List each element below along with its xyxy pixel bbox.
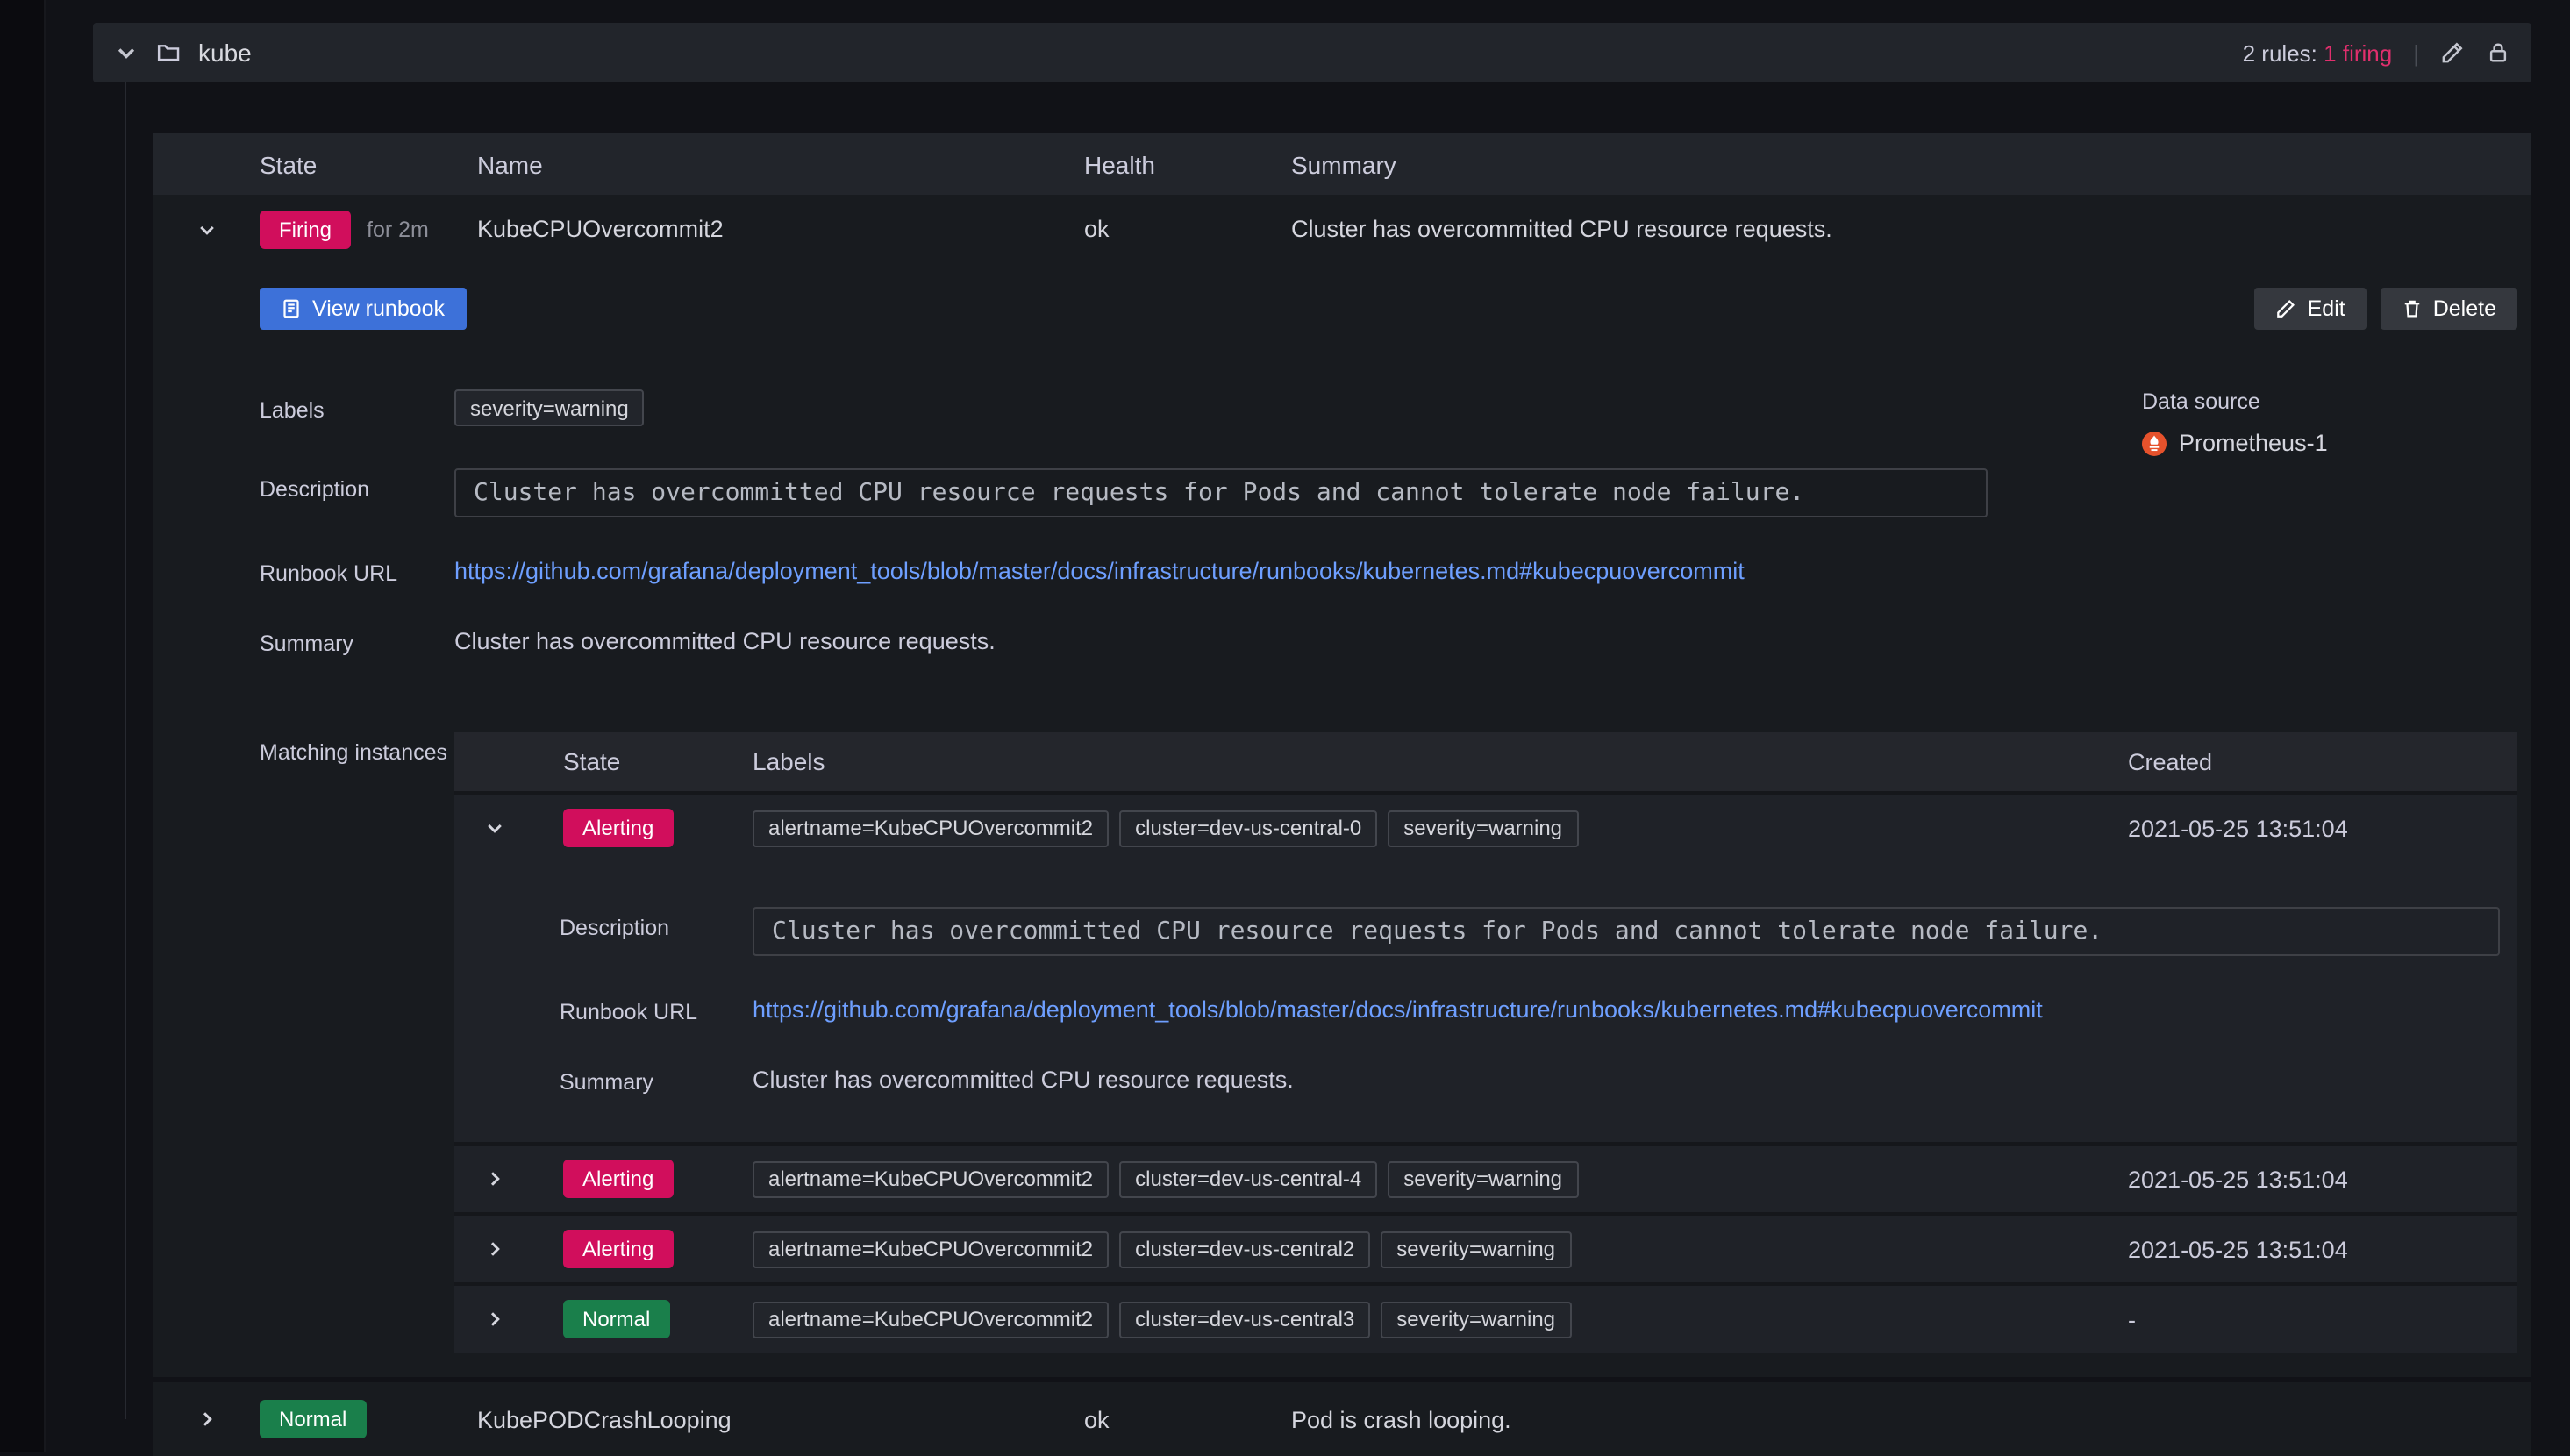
rule-expand-chevron-right-icon[interactable] (153, 1382, 260, 1456)
label-chip: alertname=KubeCPUOvercommit2 (753, 810, 1110, 846)
instance-description-label: Description (560, 916, 670, 940)
instance-created: 2021-05-25 13:51:04 (2128, 815, 2348, 841)
label-chip: severity=warning (1381, 1301, 1572, 1338)
instances-table-header: State Labels Created (454, 732, 2517, 791)
group-name: kube (198, 39, 252, 67)
instance-row: Alerting alertname=KubeCPUOvercommit2 cl… (454, 791, 2517, 861)
instance-summary-label: Summary (560, 1070, 653, 1095)
instances-column-state: State (563, 747, 621, 775)
column-header-name: Name (477, 150, 543, 178)
edit-button[interactable]: Edit (2254, 288, 2367, 330)
instance-labels: alertname=KubeCPUOvercommit2 cluster=dev… (721, 810, 2114, 846)
group-lock-icon[interactable] (2486, 40, 2510, 65)
delete-button[interactable]: Delete (2380, 288, 2517, 330)
instance-expand-chevron-right-icon[interactable] (454, 1216, 535, 1282)
column-header-summary: Summary (1291, 150, 1396, 178)
indent-guide (125, 82, 126, 1419)
label-chip: cluster=dev-us-central3 (1119, 1301, 1371, 1338)
rule-row-normal: Normal KubePODCrashLooping ok Pod is cra… (153, 1382, 2531, 1456)
instance-state-badge: Normal (563, 1300, 670, 1338)
runbook-url-field-label: Runbook URL (260, 561, 398, 586)
view-runbook-button[interactable]: View runbook (260, 288, 467, 330)
label-chip: severity=warning (1388, 1160, 1579, 1197)
group-edit-pencil-icon[interactable] (2440, 40, 2465, 65)
rule-collapse-chevron-down-icon[interactable] (153, 195, 260, 263)
instance-detail-panel: Description Cluster has overcommitted CP… (454, 861, 2517, 1142)
matching-instances-label: Matching instances (260, 740, 448, 765)
label-chip: alertname=KubeCPUOvercommit2 (753, 1301, 1110, 1338)
instances-column-created: Created (2128, 748, 2213, 774)
header-divider: | (2413, 39, 2419, 66)
state-badge-firing: Firing (260, 210, 352, 248)
folder-icon (156, 40, 181, 65)
instance-state-badge: Alerting (563, 809, 674, 847)
instance-row: Alerting alertname=KubeCPUOvercommit2 cl… (454, 1212, 2517, 1282)
rule-labels: severity=warning (454, 389, 645, 426)
rule-detail-panel: View runbook Edit Delete Labels severity… (153, 263, 2531, 1377)
description-value-box: Cluster has overcommitted CPU resource r… (454, 468, 1988, 517)
pencil-icon (2276, 298, 2297, 319)
group-rules-summary: 2 rules: 1 firing (2242, 39, 2393, 66)
label-chip: severity=warning (454, 389, 645, 426)
rule-summary: Cluster has overcommitted CPU resource r… (1291, 216, 1832, 242)
book-icon (281, 298, 302, 319)
labels-field-label: Labels (260, 398, 325, 423)
matching-instances-table: State Labels Created Alerting alertname=… (454, 732, 2517, 1353)
instance-description-box: Cluster has overcommitted CPU resource r… (753, 907, 2500, 956)
summary-value: Cluster has overcommitted CPU resource r… (454, 628, 996, 654)
data-source-block: Data source Prometheus-1 (2142, 389, 2328, 456)
screen: kube 2 rules: 1 firing | State Name Heal… (0, 0, 2570, 1456)
app-sidebar-strip (0, 0, 46, 1452)
runbook-url-link[interactable]: https://github.com/grafana/deployment_to… (454, 553, 1745, 586)
instance-expand-chevron-right-icon[interactable] (454, 1286, 535, 1353)
instance-collapse-chevron-down-icon[interactable] (454, 795, 535, 861)
instance-runbook-link[interactable]: https://github.com/grafana/deployment_to… (753, 991, 2043, 1024)
instance-row: Normal alertname=KubeCPUOvercommit2 clus… (454, 1282, 2517, 1353)
state-badge-normal: Normal (260, 1400, 367, 1438)
label-chip: alertname=KubeCPUOvercommit2 (753, 1160, 1110, 1197)
data-source-label: Data source (2142, 389, 2260, 414)
prometheus-icon (2142, 431, 2167, 455)
rule-name: KubePODCrashLooping (477, 1406, 732, 1432)
instances-column-labels: Labels (753, 747, 825, 775)
label-chip: severity=warning (1388, 810, 1579, 846)
rule-group-header[interactable]: kube 2 rules: 1 firing | (93, 23, 2531, 82)
data-source-name: Prometheus-1 (2179, 430, 2328, 456)
rules-table-header: State Name Health Summary (153, 133, 2531, 195)
rule-actions: View runbook Edit Delete (260, 288, 2517, 330)
instance-state-badge: Alerting (563, 1230, 674, 1268)
label-chip: alertname=KubeCPUOvercommit2 (753, 1231, 1110, 1267)
rule-detail-fields: Labels severity=warning Description Clus… (260, 389, 2517, 1353)
label-chip: cluster=dev-us-central-0 (1119, 810, 1378, 846)
firing-count: 1 firing (2324, 39, 2393, 66)
instance-row: Alerting alertname=KubeCPUOvercommit2 cl… (454, 1142, 2517, 1212)
rule-summary: Pod is crash looping. (1291, 1406, 1511, 1432)
instance-created: 2021-05-25 13:51:04 (2128, 1236, 2348, 1262)
label-chip: cluster=dev-us-central-4 (1119, 1160, 1378, 1197)
rule-group-panel: kube 2 rules: 1 firing | State Name Heal… (93, 23, 2531, 1456)
instance-expand-chevron-right-icon[interactable] (454, 1146, 535, 1212)
summary-field-label: Summary (260, 632, 353, 656)
rule-row-firing: Firing for 2m KubeCPUOvercommit2 ok Clus… (153, 195, 2531, 263)
instance-labels: alertname=KubeCPUOvercommit2 cluster=dev… (721, 1301, 2114, 1338)
instance-labels: alertname=KubeCPUOvercommit2 cluster=dev… (721, 1160, 2114, 1197)
rules-table: State Name Health Summary Firing for 2m … (153, 133, 2531, 1456)
instance-summary-value: Cluster has overcommitted CPU resource r… (753, 1067, 1294, 1093)
instance-created: - (2128, 1306, 2136, 1332)
description-field-label: Description (260, 477, 370, 502)
column-header-health: Health (1084, 150, 1155, 178)
group-collapse-chevron-down-icon[interactable] (114, 40, 139, 65)
instance-labels: alertname=KubeCPUOvercommit2 cluster=dev… (721, 1231, 2114, 1267)
rule-health: ok (1084, 1406, 1110, 1432)
rule-health: ok (1084, 216, 1110, 242)
trash-icon (2402, 298, 2423, 319)
column-header-state: State (260, 150, 318, 178)
label-chip: cluster=dev-us-central2 (1119, 1231, 1371, 1267)
firing-duration: for 2m (367, 217, 429, 241)
label-chip: severity=warning (1381, 1231, 1572, 1267)
instance-state-badge: Alerting (563, 1160, 674, 1198)
instance-created: 2021-05-25 13:51:04 (2128, 1166, 2348, 1192)
rule-name: KubeCPUOvercommit2 (477, 216, 724, 242)
instance-runbook-label: Runbook URL (560, 1000, 698, 1024)
